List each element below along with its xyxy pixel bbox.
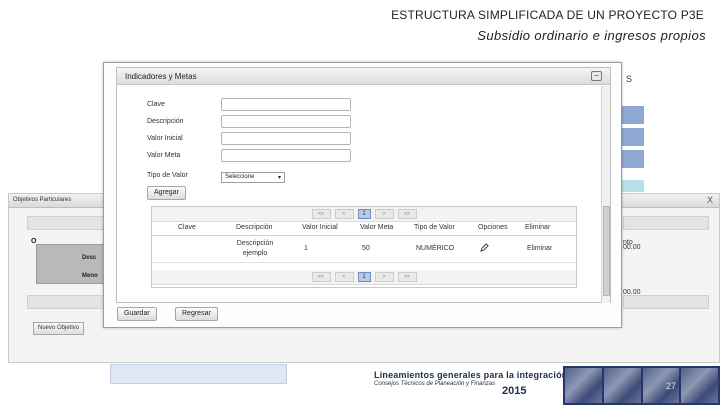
strip-block [622, 106, 644, 124]
new-objective-button[interactable]: Nuevo Objetivo [33, 322, 85, 335]
next-page-button[interactable]: > [374, 272, 394, 282]
agregar-button[interactable]: Agregar [147, 186, 186, 200]
dropdown-arrow-icon: ▾ [277, 175, 281, 181]
cell-tipo-valor: NUMÉRICO [416, 245, 455, 252]
col-opciones[interactable]: Opciones [478, 224, 508, 231]
valor-meta-input[interactable] [221, 149, 351, 162]
bg-row [623, 295, 709, 309]
blue-placeholder-box [110, 364, 287, 384]
table-row: Descripción ejemplo 1 50 NUMÉRICO Elimin… [152, 237, 576, 263]
bg-detail-block [36, 244, 110, 284]
clave-input[interactable] [221, 98, 351, 111]
bg-label: Desc [82, 255, 97, 261]
current-page[interactable]: 1 [357, 209, 371, 219]
strip-block [622, 180, 644, 192]
col-valor-meta[interactable]: Valor Meta [360, 224, 393, 231]
first-page-button[interactable]: << [311, 272, 331, 282]
footer-year: 2015 [502, 385, 527, 397]
bg-row [623, 216, 709, 230]
bg-label: Meno [82, 273, 98, 279]
slide-title: ESTRUCTURA SIMPLIFICADA DE UN PROYECTO P… [391, 8, 704, 22]
photo-image [603, 368, 641, 403]
cell-valor-meta: 50 [362, 245, 370, 252]
prev-page-button[interactable]: < [334, 272, 354, 282]
regresar-button[interactable]: Regresar [175, 307, 218, 321]
pager-top: << < 1 > >> [152, 207, 576, 222]
cell-eliminar[interactable]: Eliminar [527, 245, 552, 252]
last-page-button[interactable]: >> [397, 272, 417, 282]
col-clave[interactable]: Clave [178, 224, 196, 231]
current-page[interactable]: 1 [357, 272, 371, 282]
indicadores-table: << < 1 > >> Clave Descripción Valor Inic… [151, 206, 577, 288]
descripcion-input[interactable] [221, 115, 351, 128]
panel-header: Indicadores y Metas − [117, 68, 610, 85]
prev-page-button[interactable]: < [334, 209, 354, 219]
window-title: Objetivos Particulares [13, 197, 72, 203]
tipo-valor-select[interactable]: Seleccione ▾ [221, 172, 285, 183]
bg-right-text: 00.00 [623, 244, 641, 251]
cell-descripcion: Descripción ejemplo [236, 240, 274, 257]
valor-inicial-input[interactable] [221, 132, 351, 145]
close-icon[interactable]: X [707, 195, 713, 205]
vertical-scrollbar[interactable] [601, 86, 610, 303]
last-page-button[interactable]: >> [397, 209, 417, 219]
minimize-icon[interactable]: − [591, 71, 602, 81]
valor-inicial-label: Valor Inicial [147, 135, 183, 142]
guardar-button[interactable]: Guardar [117, 307, 157, 321]
next-page-button[interactable]: > [374, 209, 394, 219]
col-valor-inicial[interactable]: Valor Inicial [302, 224, 338, 231]
clave-label: Clave [147, 101, 165, 108]
scrollbar-thumb[interactable] [603, 206, 610, 296]
strip-block [622, 150, 644, 168]
tipo-valor-selected: Seleccione [225, 174, 255, 180]
table-header: Clave Descripción Valor Inicial Valor Me… [152, 224, 576, 236]
col-descripcion[interactable]: Descripción [236, 224, 273, 231]
photo-image [681, 368, 718, 403]
cell-valor-inicial: 1 [304, 245, 308, 252]
col-eliminar[interactable]: Eliminar [525, 224, 550, 231]
panel-title: Indicadores y Metas [125, 72, 197, 81]
slide-subtitle: Subsidio ordinario e ingresos propios [477, 28, 706, 43]
pencil-icon[interactable] [480, 243, 489, 254]
valor-meta-label: Valor Meta [147, 152, 181, 159]
photo-image [565, 368, 602, 403]
strip-label: S [626, 74, 633, 84]
page-number: 27 [666, 381, 677, 391]
background-strip: S [622, 62, 644, 192]
first-page-button[interactable]: << [311, 209, 331, 219]
tipo-valor-label: Tipo de Valor [147, 172, 188, 179]
strip-block [622, 128, 644, 146]
pager-bottom: << < 1 > >> [152, 270, 576, 285]
footer-photos [563, 366, 720, 405]
indicadores-dialog: Indicadores y Metas − Clave Descripción … [103, 62, 622, 328]
descripcion-label: Descripción [147, 118, 184, 125]
indicadores-panel: Indicadores y Metas − Clave Descripción … [116, 67, 611, 303]
slide: ESTRUCTURA SIMPLIFICADA DE UN PROYECTO P… [0, 0, 720, 405]
col-tipo-valor[interactable]: Tipo de Valor [414, 224, 455, 231]
